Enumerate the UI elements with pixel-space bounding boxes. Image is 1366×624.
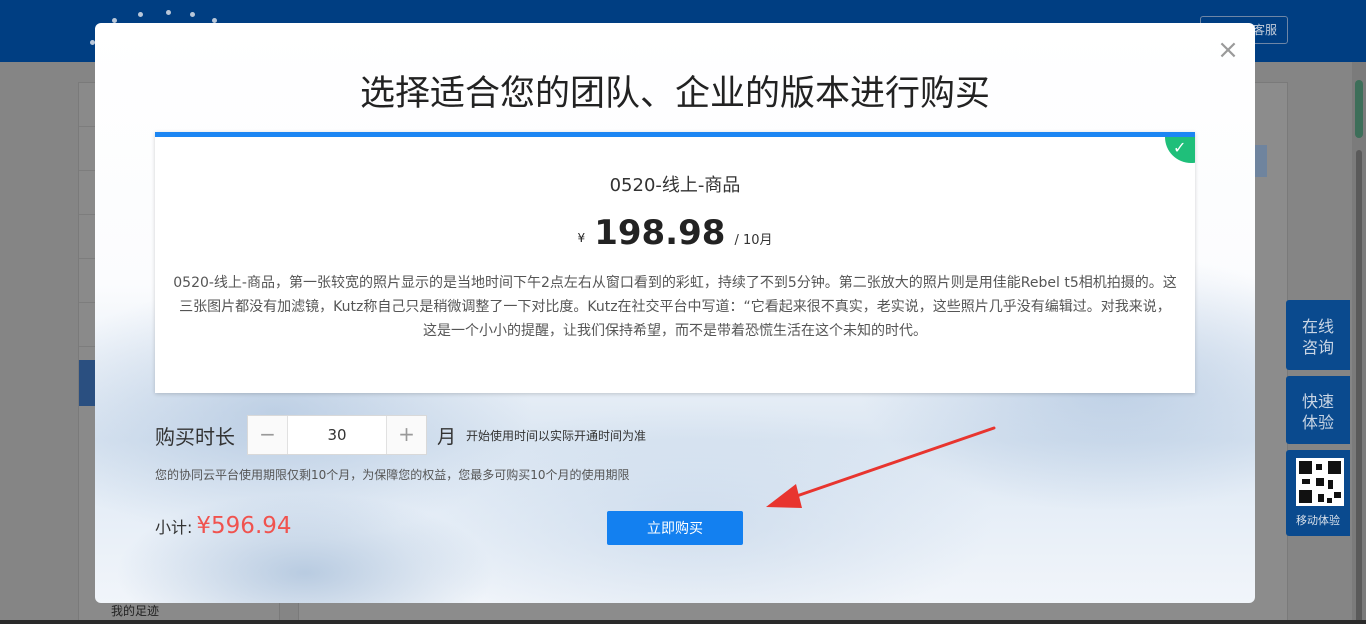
online-consult-button[interactable]: 在线 咨询 [1286, 300, 1350, 370]
usage-limit-note: 您的协同云平台使用期限仅剩10个月，为保障您的权益，您最多可购买10个月的使用期… [155, 468, 630, 482]
start-time-note: 开始使用时间以实际开通时间为准 [466, 428, 647, 443]
duration-label: 购买时长 [155, 424, 235, 449]
duration-row: 购买时长 − + 月 开始使用时间以实际开通时间为准 [155, 415, 646, 455]
close-icon[interactable]: × [1215, 37, 1241, 65]
scrollbar-thumb[interactable] [1355, 80, 1363, 138]
plan-price: ¥ 198.98 / 10月 [155, 213, 1195, 253]
check-icon: ✓ [1173, 138, 1187, 157]
qr-code-icon [1296, 458, 1344, 506]
page-scrollbar[interactable] [1352, 62, 1366, 624]
subtotal-label: 小计: [155, 518, 193, 537]
mobile-trial-button[interactable]: 移动体验 [1286, 450, 1350, 536]
quick-trial-line1: 快速 [1301, 392, 1334, 411]
quick-trial-button[interactable]: 快速 体验 [1286, 376, 1350, 444]
modal-title: 选择适合您的团队、企业的版本进行购买 [359, 74, 990, 114]
sidebar-item-footprint[interactable]: 我的足迹 [111, 602, 159, 619]
online-consult-line2: 咨询 [1301, 338, 1334, 357]
plan-card[interactable]: ✓ 0520-线上-商品 ¥ 198.98 / 10月 0520-线上-商品，第… [155, 132, 1195, 393]
buy-now-button[interactable]: 立即购买 [607, 511, 743, 545]
mobile-trial-label: 移动体验 [1296, 514, 1340, 527]
decrement-button[interactable]: − [248, 416, 288, 454]
plan-description: 0520-线上-商品，第一张较宽的照片显示的是当地时间下午2点左右从窗口看到的彩… [173, 275, 1177, 339]
subtotal: 小计: ¥596.94 [155, 513, 292, 539]
increment-button[interactable]: + [386, 416, 426, 454]
online-consult-line1: 在线 [1301, 317, 1334, 336]
duration-input[interactable] [288, 416, 386, 454]
duration-unit: 月 [437, 425, 457, 448]
duration-stepper: − + [247, 415, 427, 455]
selected-badge: ✓ [1165, 137, 1195, 163]
scrollbar-track [1356, 150, 1362, 624]
price-currency: ¥ [577, 231, 586, 245]
taskbar-edge [0, 620, 1366, 624]
price-period: / 10月 [734, 233, 773, 248]
purchase-modal: × 选择适合您的团队、企业的版本进行购买 ✓ 0520-线上-商品 ¥ 198.… [95, 23, 1255, 603]
price-amount: 198.98 [594, 213, 726, 253]
quick-trial-line2: 体验 [1301, 413, 1334, 432]
plan-name: 0520-线上-商品 [609, 175, 741, 196]
subtotal-value: ¥596.94 [196, 513, 292, 539]
